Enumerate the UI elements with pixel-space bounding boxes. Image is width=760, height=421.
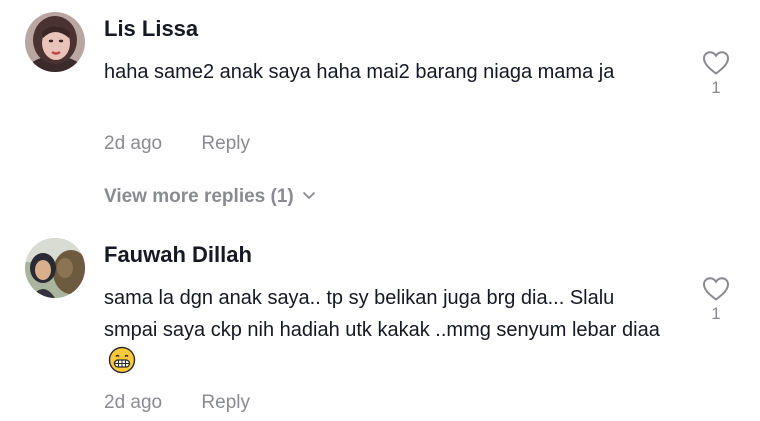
view-more-replies-button[interactable]: View more replies (1)	[104, 186, 316, 208]
like-button[interactable]: 1	[700, 276, 732, 324]
heart-icon	[702, 51, 730, 75]
comment-text-body: sama la dgn anak saya.. tp sy belikan ju…	[104, 287, 660, 341]
avatar[interactable]	[25, 12, 85, 72]
heart-icon	[702, 277, 730, 301]
comment-date: 2d ago	[104, 133, 163, 154]
reply-button[interactable]: Reply	[201, 133, 250, 155]
avatar[interactable]	[25, 238, 85, 298]
chevron-down-icon	[302, 191, 315, 200]
like-count: 1	[711, 78, 721, 97]
comment-username[interactable]: Lis Lissa	[104, 16, 198, 42]
comment-text: haha same2 anak saya haha mai2 barang ni…	[104, 61, 615, 83]
like-button[interactable]: 1	[700, 50, 732, 98]
comment-date: 2d ago	[104, 392, 163, 413]
comment-meta: 2d ago Reply	[104, 392, 250, 414]
view-more-replies-label: View more replies (1)	[104, 186, 294, 207]
like-count: 1	[711, 304, 721, 323]
reply-button[interactable]: Reply	[201, 392, 250, 414]
grinning-face-emoji	[108, 346, 136, 374]
comment-text: sama la dgn anak saya.. tp sy belikan ju…	[104, 282, 664, 379]
comment-meta: 2d ago Reply	[104, 133, 250, 155]
comment-username[interactable]: Fauwah Dillah	[104, 242, 252, 268]
